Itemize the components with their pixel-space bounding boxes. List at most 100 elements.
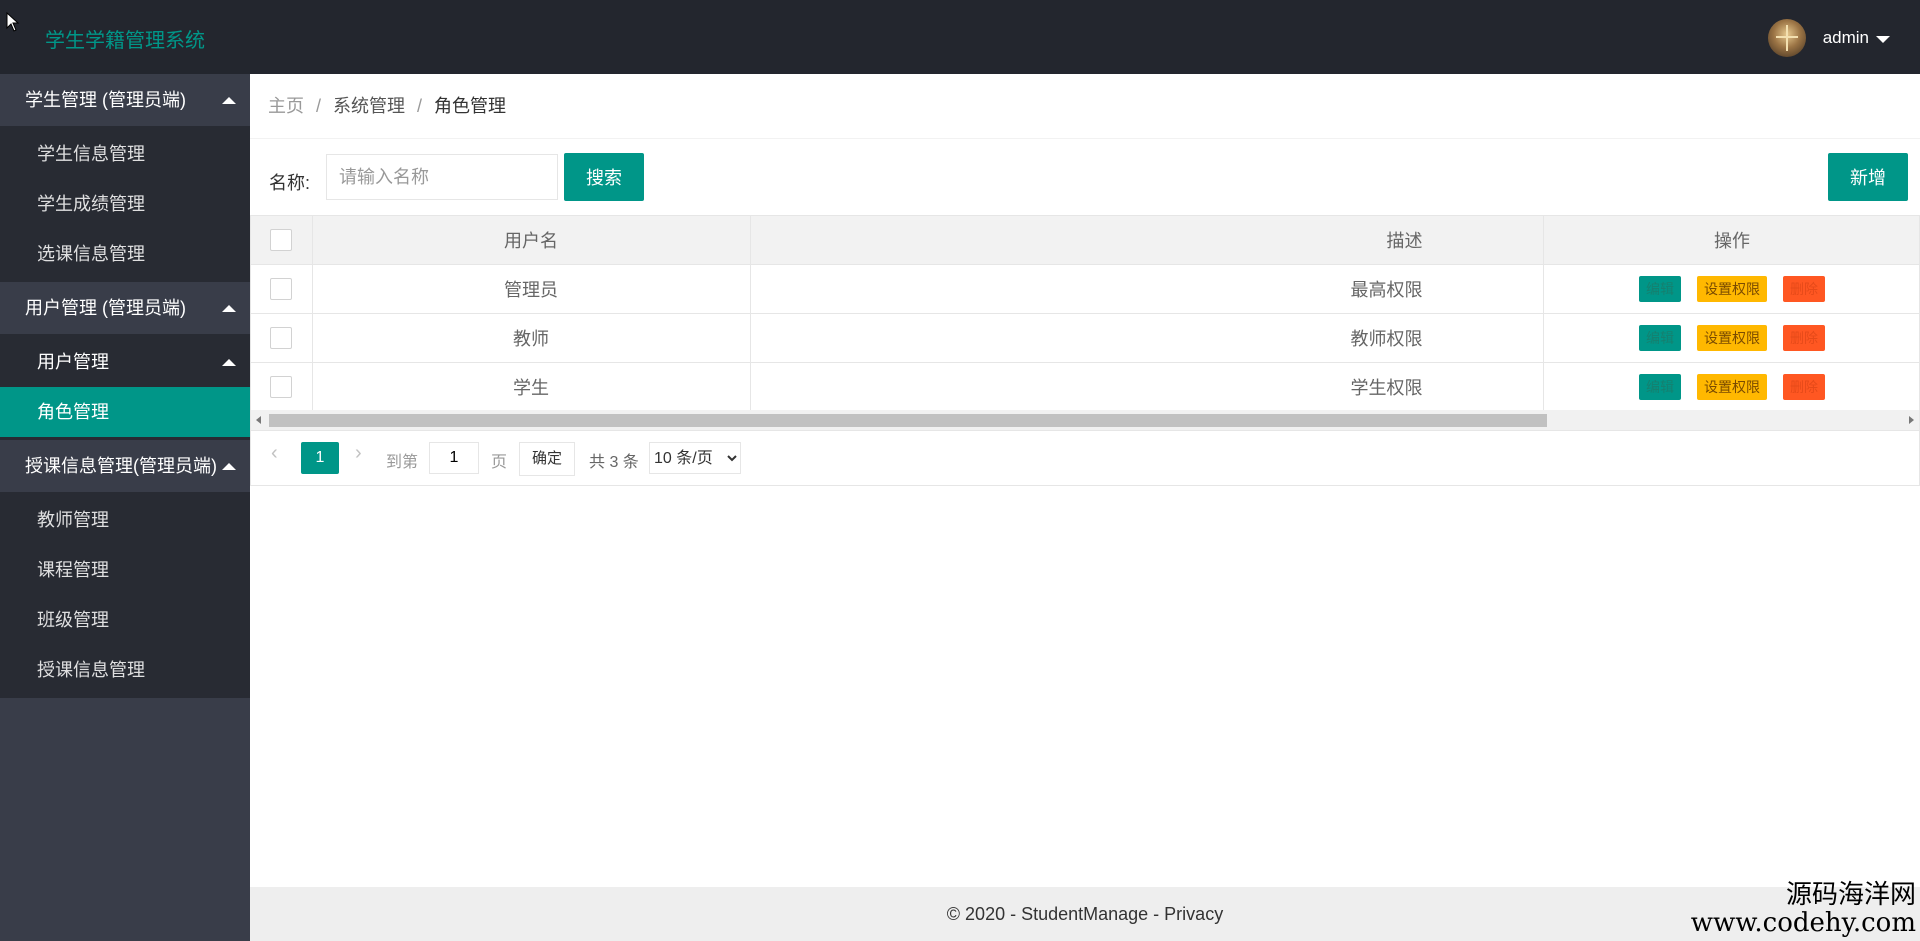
avatar[interactable] [1767,19,1806,57]
cell-description: 最高权限 [750,264,1544,314]
breadcrumb-separator: / [417,96,423,116]
row-checkbox[interactable] [270,376,293,399]
sidebar-item-label: 学生信息管理 [37,144,145,164]
nav-group-children: 用户管理 角色管理 [0,334,250,440]
nav-group-label: 用户管理 (管理员端) [25,298,186,318]
breadcrumb-section[interactable]: 系统管理 [333,96,405,116]
main-content: 主页 / 系统管理 / 角色管理 名称: 搜索 新增 用户名 描述 操作 [250,74,1920,941]
sidebar-item-role-manage[interactable]: 角色管理 [0,387,250,437]
edit-button[interactable]: 编辑 [1639,276,1681,302]
nav-group-label: 授课信息管理(管理员端) [25,456,217,476]
edit-button[interactable]: 编辑 [1639,325,1681,351]
sidebar-item-label: 授课信息管理 [37,660,145,680]
table-header-row: 用户名 描述 操作 [251,216,1919,265]
nav-group-label: 学生管理 (管理员端) [25,90,186,110]
sidebar-item-label: 用户管理 [37,352,109,372]
row-select-cell [251,362,313,412]
cell-actions: 编辑 设置权限 删除 [1543,264,1919,314]
page-size-select[interactable]: 10 条/页 [649,442,741,474]
total-count: 共 3 条 [589,454,639,471]
nav-group-children: 教师管理 课程管理 班级管理 授课信息管理 [0,492,250,698]
search-button[interactable]: 搜索 [564,153,644,201]
breadcrumb: 主页 / 系统管理 / 角色管理 [250,74,1920,139]
column-header-description: 描述 [750,216,1544,265]
sidebar-item-teacher[interactable]: 教师管理 [0,495,250,545]
set-permission-button[interactable]: 设置权限 [1697,276,1767,302]
cell-username: 管理员 [312,264,751,314]
goto-label: 到第 [386,454,419,471]
set-permission-button[interactable]: 设置权限 [1697,325,1767,351]
sidebar-item-label: 教师管理 [37,510,109,530]
chevron-down-icon[interactable] [1876,35,1890,43]
goto-confirm-button[interactable]: 确定 [519,442,576,476]
column-header-username: 用户名 [312,216,751,265]
user-menu[interactable]: admin [1767,18,1890,58]
nav-group-user: 用户管理 (管理员端) 用户管理 角色管理 [0,282,250,440]
scroll-right-arrow-icon[interactable] [1909,416,1914,424]
cell-actions: 编辑 设置权限 删除 [1543,313,1919,363]
row-checkbox[interactable] [270,327,293,350]
footer: © 2020 - StudentManage - Privacy [250,887,1920,941]
search-label: 名称: [269,173,311,193]
horizontal-scrollbar[interactable] [251,410,1919,430]
sidebar-item-teaching-info[interactable]: 授课信息管理 [0,645,250,695]
nav-group-title-teaching[interactable]: 授课信息管理(管理员端) [0,440,250,492]
set-permission-button[interactable]: 设置权限 [1697,374,1767,400]
page-label: 页 [491,454,508,471]
chevron-up-icon [222,97,236,104]
delete-button[interactable]: 删除 [1783,325,1825,351]
sidebar-item-student-info[interactable]: 学生信息管理 [0,129,250,179]
top-header: 学生学籍管理系统 admin [0,0,1920,74]
table-row: 管理员 最高权限 编辑 设置权限 删除 [251,264,1919,314]
username[interactable]: admin [1823,28,1869,48]
delete-button[interactable]: 删除 [1783,374,1825,400]
pagination: ‹ 1 › 到第 页 确定 共 3 条 10 条/页 [250,430,1920,486]
nav-group-title-student[interactable]: 学生管理 (管理员端) [0,74,250,126]
watermark-line1: 源码海洋网 [1785,880,1916,911]
chevron-up-icon [222,463,236,470]
select-all-checkbox[interactable] [270,229,293,252]
row-select-cell [251,313,313,363]
column-header-actions: 操作 [1543,216,1919,265]
scroll-left-arrow-icon[interactable] [256,416,261,424]
row-select-cell [251,264,313,314]
search-toolbar: 名称: 搜索 新增 [250,153,1920,204]
chevron-up-icon [222,305,236,312]
add-button[interactable]: 新增 [1828,153,1908,201]
delete-button[interactable]: 删除 [1783,276,1825,302]
chevron-up-icon [222,359,236,366]
current-page[interactable]: 1 [301,442,339,474]
sidebar-item-label: 选课信息管理 [37,244,145,264]
sidebar-item-label: 角色管理 [37,402,109,422]
role-table: 用户名 描述 操作 管理员 最高权限 编辑 设置权限 删除 教师 教师权限 编辑… [250,215,1920,431]
breadcrumb-home[interactable]: 主页 [268,96,304,116]
table-row: 学生 学生权限 编辑 设置权限 删除 [251,362,1919,412]
search-input[interactable] [326,154,558,200]
table-row: 教师 教师权限 编辑 设置权限 删除 [251,313,1919,363]
app-logo-title[interactable]: 学生学籍管理系统 [45,24,205,53]
sidebar-item-user-manage[interactable]: 用户管理 [0,337,250,387]
sidebar-item-student-grades[interactable]: 学生成绩管理 [0,179,250,229]
cell-description: 学生权限 [750,362,1544,412]
scrollbar-thumb[interactable] [269,414,1547,427]
prev-page-icon[interactable]: ‹ [271,442,278,465]
sidebar-item-label: 班级管理 [37,610,109,630]
mouse-cursor-icon [6,12,20,32]
cell-actions: 编辑 设置权限 删除 [1543,362,1919,412]
cell-username: 教师 [312,313,751,363]
cell-description: 教师权限 [750,313,1544,363]
nav-group-teaching: 授课信息管理(管理员端) 教师管理 课程管理 班级管理 授课信息管理 [0,440,250,698]
row-checkbox[interactable] [270,278,293,301]
breadcrumb-separator: / [316,96,322,116]
nav-group-title-user[interactable]: 用户管理 (管理员端) [0,282,250,334]
sidebar: 学生管理 (管理员端) 学生信息管理 学生成绩管理 选课信息管理 用户管理 (管… [0,74,250,941]
sidebar-item-course[interactable]: 课程管理 [0,545,250,595]
nav-group-children: 学生信息管理 学生成绩管理 选课信息管理 [0,126,250,282]
edit-button[interactable]: 编辑 [1639,374,1681,400]
next-page-icon[interactable]: › [355,442,362,465]
sidebar-item-course-selection[interactable]: 选课信息管理 [0,229,250,279]
cell-username: 学生 [312,362,751,412]
watermark: 源码海洋网 www.codehy.com [1691,882,1916,937]
goto-page-input[interactable] [429,442,479,474]
sidebar-item-class[interactable]: 班级管理 [0,595,250,645]
